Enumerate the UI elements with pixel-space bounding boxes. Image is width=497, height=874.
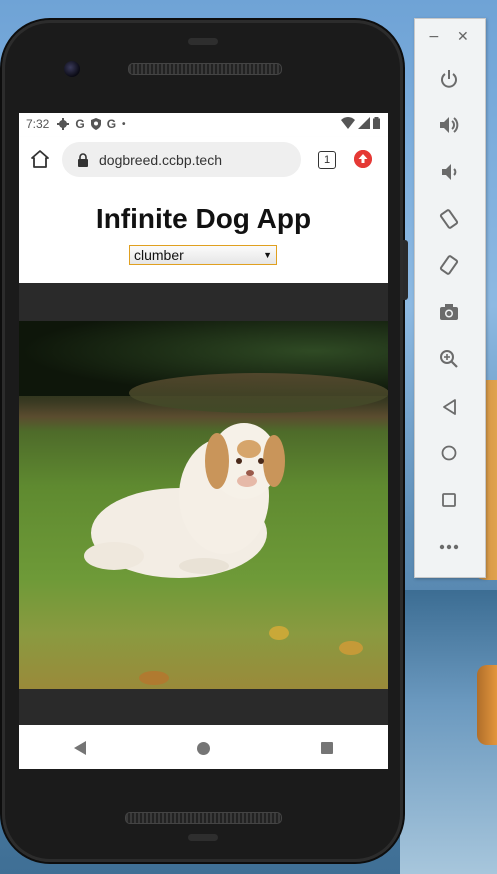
dog-image [19, 321, 388, 689]
breed-select[interactable]: clumber ▼ [129, 245, 277, 265]
nav-back-icon[interactable] [74, 741, 87, 755]
google-icon: G [75, 117, 85, 131]
more-icon[interactable] [437, 535, 461, 559]
signal-icon [358, 117, 370, 129]
close-icon[interactable]: ✕ [457, 29, 469, 45]
address-bar[interactable]: dogbreed.ccbp.tech [62, 142, 301, 177]
rotate-left-icon[interactable] [437, 207, 461, 231]
photo-leaf [339, 641, 363, 655]
phone-side-button[interactable] [403, 240, 408, 300]
phone-top-notch [188, 38, 218, 45]
dog-image-frame [19, 283, 388, 725]
camera-icon[interactable] [437, 300, 461, 324]
lock-icon [78, 152, 88, 167]
status-time: 7:32 [26, 117, 50, 131]
update-icon[interactable] [354, 150, 372, 168]
tab-switcher-button[interactable]: 1 [318, 151, 336, 169]
gear-icon [57, 118, 70, 130]
dot-icon: • [122, 118, 126, 130]
phone-earpiece [128, 63, 282, 75]
volume-down-icon[interactable] [437, 160, 461, 184]
home-icon[interactable] [30, 149, 50, 169]
phone-bottom-notch [188, 834, 218, 841]
power-icon[interactable] [437, 67, 461, 91]
front-camera [64, 61, 80, 77]
minimize-icon[interactable]: − [428, 29, 440, 45]
nav-overview-icon[interactable] [320, 742, 333, 754]
web-page: Infinite Dog App clumber ▼ [19, 183, 388, 727]
nav-home-icon[interactable] [196, 741, 210, 755]
wifi-icon [341, 117, 355, 129]
android-nav-bar [19, 727, 388, 769]
phone-bottom-speaker [125, 812, 282, 824]
emulator-control-panel: − ✕ [414, 18, 486, 578]
breed-select-value: clumber [134, 247, 184, 263]
wallpaper-rock-lower [477, 665, 497, 745]
photo-leaf [139, 671, 169, 685]
photo-leaf [269, 626, 289, 640]
home-icon[interactable] [437, 441, 461, 465]
zoom-icon[interactable] [437, 347, 461, 371]
shield-icon [90, 118, 101, 130]
browser-toolbar: dogbreed.ccbp.tech 1 [19, 137, 388, 183]
back-icon[interactable] [437, 395, 461, 419]
google-icon: G [106, 117, 117, 131]
volume-up-icon[interactable] [437, 113, 461, 137]
overview-icon[interactable] [437, 488, 461, 512]
emulator-window-controls: − ✕ [415, 19, 485, 59]
battery-icon [373, 117, 380, 129]
dog-figure [84, 423, 285, 578]
dropdown-arrow-icon: ▼ [263, 250, 272, 260]
phone-screen: 7:32 G G • dogbreed.ccbp.tech 1 Infinite… [19, 113, 388, 769]
url-text: dogbreed.ccbp.tech [99, 151, 222, 168]
rotate-right-icon[interactable] [437, 253, 461, 277]
status-bar: 7:32 G G • [19, 113, 388, 135]
page-title: Infinite Dog App [95, 203, 312, 234]
